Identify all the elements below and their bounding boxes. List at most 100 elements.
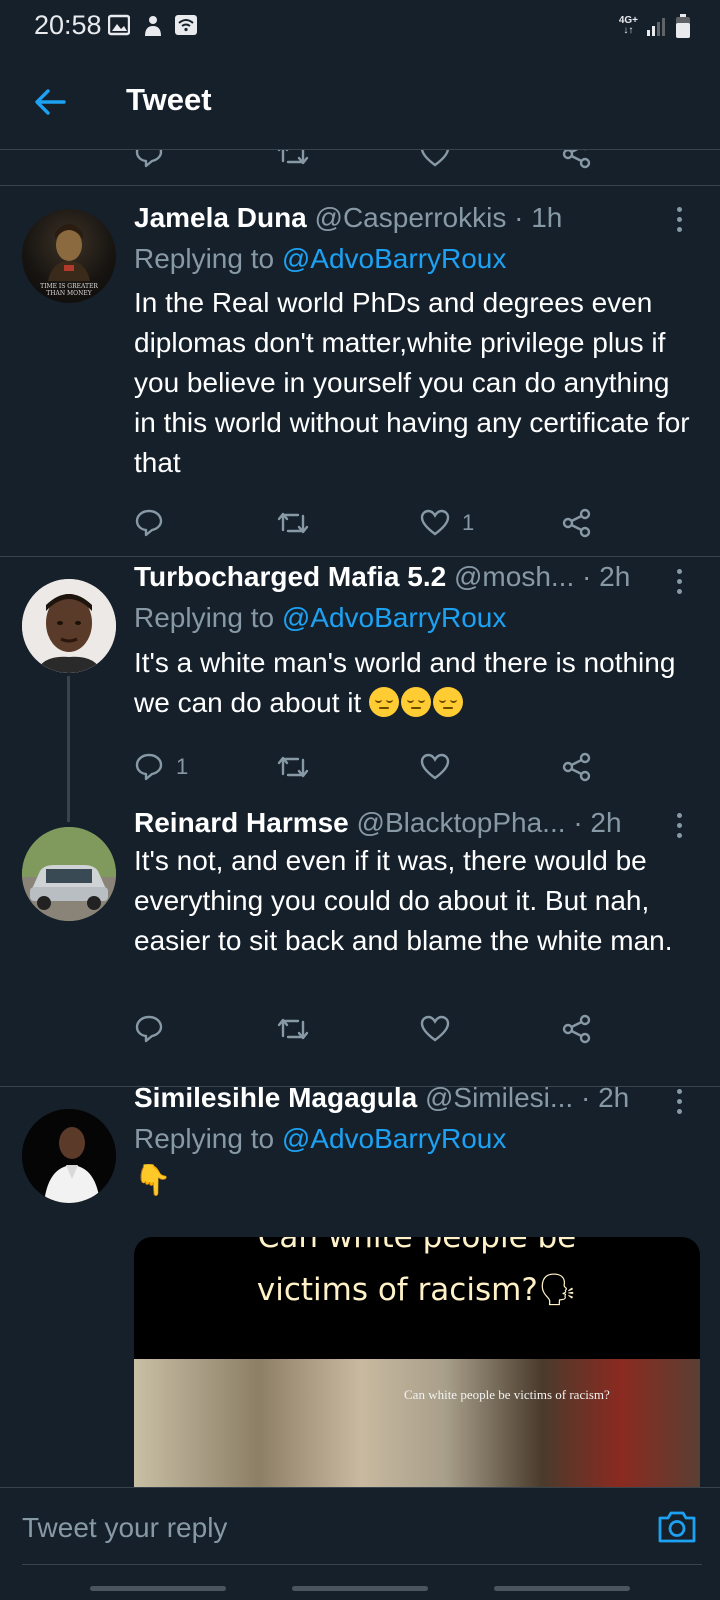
user-handle[interactable]: @mosh...	[454, 561, 574, 592]
replying-prefix: Replying to	[134, 602, 282, 633]
more-options-icon[interactable]	[674, 207, 684, 233]
replying-to: Replying to @AdvoBarryRoux	[134, 600, 506, 636]
avatar-portrait-image	[22, 579, 116, 673]
tweet-actions: 1	[134, 505, 614, 545]
replying-prefix: Replying to	[134, 243, 282, 274]
tweet-header: Turbocharged Mafia 5.2 @mosh... · 2h	[134, 559, 660, 595]
share-button[interactable]	[562, 505, 592, 541]
media-subtitle: Can white people be victims of racism?	[404, 1387, 610, 1402]
replying-to: Replying to @AdvoBarryRoux	[134, 1121, 506, 1157]
avatar-car-image	[22, 827, 116, 921]
tweet-time: · 2h	[573, 807, 622, 838]
like-button[interactable]	[420, 1011, 462, 1047]
tweet[interactable]: Reinard Harmse @BlacktopPha... · 2h It's…	[0, 807, 720, 1087]
avatar[interactable]	[22, 827, 116, 921]
retweet-icon	[277, 512, 309, 534]
share-icon	[562, 508, 591, 538]
retweet-icon	[277, 756, 309, 778]
reply-count: 1	[176, 754, 189, 779]
tweet-media-video[interactable]: Can white people be victims of racism?🗣 …	[134, 1237, 700, 1487]
status-time: 20:58	[34, 10, 102, 40]
tweet[interactable]: Turbocharged Mafia 5.2 @mosh... · 2h Rep…	[0, 557, 720, 817]
tweet[interactable]: TIME IS GREATER THAN MONEY Jamela Duna @…	[0, 187, 720, 557]
like-icon	[420, 753, 450, 780]
media-caption-top: Can white people be	[257, 1237, 577, 1255]
user-handle[interactable]: @BlacktopPha...	[357, 807, 566, 838]
page-title: Tweet	[126, 82, 212, 117]
camera-icon[interactable]	[656, 1506, 698, 1548]
top-app-bar: Tweet	[0, 56, 720, 150]
like-button[interactable]	[420, 749, 462, 785]
tweet-text: 👇	[134, 1164, 172, 1197]
more-options-icon[interactable]	[674, 1089, 684, 1115]
data-arrows-icon: ↓↑	[623, 25, 634, 36]
mention-link[interactable]: @AdvoBarryRoux	[282, 1123, 507, 1154]
reply-icon	[135, 509, 163, 537]
pensive-face-emoji	[433, 687, 464, 717]
reply-icon	[135, 1015, 163, 1043]
more-options-icon[interactable]	[674, 813, 684, 839]
share-icon	[562, 1014, 591, 1044]
tweet-text: It's not, and even if it was, there woul…	[134, 845, 673, 956]
battery-icon	[676, 14, 690, 38]
tweet-time: · 2h	[582, 561, 631, 592]
media-scene-image	[134, 1359, 700, 1487]
tweet-actions	[134, 1011, 614, 1051]
share-icon	[562, 752, 591, 782]
nav-gesture-bar	[292, 1586, 428, 1591]
display-name[interactable]: Similesihle Magagula	[134, 1082, 417, 1113]
tweet-header: Reinard Harmse @BlacktopPha... · 2h	[134, 805, 660, 841]
media-caption: victims of racism?🗣	[256, 1272, 578, 1308]
user-handle[interactable]: @Casperrokkis	[315, 202, 507, 233]
pensive-face-emoji	[369, 687, 400, 717]
image-icon	[108, 14, 130, 36]
display-name[interactable]: Reinard Harmse	[134, 807, 349, 838]
like-count: 1	[462, 510, 475, 535]
mention-link[interactable]: @AdvoBarryRoux	[282, 602, 507, 633]
nav-gesture-bar	[90, 1586, 226, 1591]
reply-divider	[22, 1564, 702, 1565]
mention-link[interactable]: @AdvoBarryRoux	[282, 243, 507, 274]
retweet-button[interactable]	[276, 1011, 310, 1047]
tweet-header: Jamela Duna @Casperrokkis · 1h	[134, 200, 660, 236]
share-button[interactable]	[562, 1011, 592, 1047]
more-options-icon[interactable]	[674, 569, 684, 595]
replying-to: Replying to @AdvoBarryRoux	[134, 241, 506, 277]
tweet-time: · 2h	[580, 1082, 630, 1113]
avatar[interactable]	[22, 1109, 116, 1203]
reply-bar: Tweet your reply	[0, 1487, 720, 1600]
display-name[interactable]: Jamela Duna	[134, 202, 307, 233]
person-icon	[145, 16, 161, 36]
network-indicator: 4G+ ↓↑	[619, 16, 638, 36]
reply-icon[interactable]	[134, 150, 164, 172]
retweet-button[interactable]	[276, 749, 310, 785]
tweet-header: Similesihle Magagula @Similesi... · 2h	[134, 1080, 660, 1116]
user-handle[interactable]: @Similesi...	[425, 1082, 573, 1113]
share-icon[interactable]	[562, 150, 592, 172]
pensive-face-emoji	[401, 687, 432, 717]
retweet-icon[interactable]	[276, 150, 310, 172]
retweet-icon	[277, 1018, 309, 1040]
avatar[interactable]	[22, 579, 116, 673]
avatar-caption: TIME IS GREATER THAN MONEY	[40, 283, 98, 297]
nav-gesture-bar	[494, 1586, 630, 1591]
reply-button[interactable]: 1	[134, 749, 188, 785]
replying-prefix: Replying to	[134, 1123, 282, 1154]
avatar[interactable]: TIME IS GREATER THAN MONEY	[22, 209, 116, 303]
like-icon[interactable]	[420, 150, 450, 172]
reply-button[interactable]	[134, 1011, 176, 1047]
reply-icon	[135, 753, 163, 781]
tweet-text: In the Real world PhDs and degrees even …	[134, 287, 690, 478]
back-arrow-icon[interactable]	[30, 82, 70, 122]
reply-button[interactable]	[134, 505, 176, 541]
like-icon	[420, 509, 450, 536]
share-button[interactable]	[562, 749, 592, 785]
tweet-content: It's a white man's world and there is no…	[134, 643, 694, 723]
retweet-button[interactable]	[276, 505, 310, 541]
reply-input[interactable]: Tweet your reply	[22, 1512, 227, 1544]
wifi-icon	[175, 15, 197, 35]
like-button[interactable]: 1	[420, 505, 474, 541]
display-name[interactable]: Turbocharged Mafia 5.2	[134, 561, 446, 592]
signal-icon	[647, 18, 665, 36]
like-icon	[420, 1015, 450, 1042]
